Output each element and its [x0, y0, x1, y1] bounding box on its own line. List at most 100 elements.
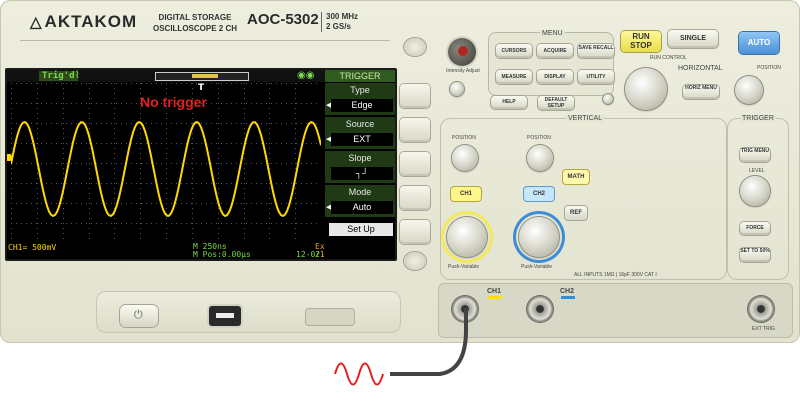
- horiz-menu-button[interactable]: HORIZ MENU: [683, 85, 719, 99]
- ch1-color-stripe: [488, 296, 502, 299]
- input-rating-note: ALL INPUTS 1MΩ | 16pF 300V CAT I: [574, 272, 657, 278]
- side-menu-button-1[interactable]: [400, 84, 430, 108]
- menu-item-label: Source: [345, 119, 375, 129]
- ext-trig-label: EXT TRIG: [752, 326, 775, 332]
- trigger-status-badge: Trig'd: [39, 71, 78, 81]
- model-spec: 300 MHz 2 GS/s: [321, 12, 358, 32]
- trigger-level-knob[interactable]: [740, 176, 770, 206]
- utility-button[interactable]: UTILITY: [578, 70, 614, 84]
- math-button[interactable]: MATH: [563, 170, 589, 184]
- intensity-indicator: [458, 46, 468, 56]
- ext-trig-bnc-connector[interactable]: [748, 296, 774, 322]
- menu-item-value: Edge: [331, 99, 393, 112]
- probe-cable: [390, 308, 468, 376]
- menu-item-label: Mode: [348, 187, 372, 197]
- auto-button[interactable]: AUTO: [739, 32, 779, 54]
- time-base-knob[interactable]: [625, 68, 667, 110]
- model-description: DIGITAL STORAGE OSCILLOSCOPE 2 CH: [145, 12, 245, 34]
- ch1-position-label: POSITION: [452, 135, 476, 141]
- ch1-scale: CH1= 500mV: [8, 243, 57, 252]
- power-icon: ⏻: [134, 308, 143, 321]
- menu-group-title: MENU: [540, 30, 565, 37]
- horizontal-position-knob[interactable]: [735, 76, 763, 104]
- ch2-position-label: POSITION: [527, 135, 551, 141]
- bottom-status-bar: CH1= 500mV M 250ns M Pos:0.00µs Ext /1.0…: [7, 243, 344, 259]
- sine-wave-icon: [334, 362, 384, 386]
- force-button[interactable]: FORCE: [740, 222, 770, 235]
- memory-window-indicator: [192, 74, 218, 78]
- menu-item-value: Auto: [331, 201, 393, 214]
- side-menu-button-4[interactable]: [400, 186, 430, 210]
- menu-button-group: [488, 32, 614, 96]
- save-recall-button[interactable]: SAVE RECALL: [578, 44, 614, 58]
- memory-position-bar: [155, 72, 249, 81]
- ch2-position-knob[interactable]: [527, 145, 553, 171]
- set-to-50-button[interactable]: SET TO 50%: [740, 248, 770, 262]
- model-name: AOC-5302: [247, 11, 319, 28]
- menu-item-slope[interactable]: Slope ┐┘: [325, 151, 395, 183]
- measure-button[interactable]: MEASURE: [496, 70, 532, 84]
- run-stop-label-line1: RUN: [632, 32, 650, 41]
- help-button[interactable]: HELP: [491, 96, 527, 109]
- ch1-position-knob[interactable]: [452, 145, 478, 171]
- horiz-aux-knob[interactable]: [603, 94, 613, 104]
- slope-rising-icon: ┐┘: [331, 167, 393, 180]
- display-button[interactable]: DISPLAY: [537, 70, 573, 84]
- menu-item-mode[interactable]: Mode ◀ Auto: [325, 185, 395, 217]
- usb-icon: [216, 313, 234, 318]
- run-control-label: RUN CONTROL: [650, 55, 687, 61]
- ch1-push-variable-label: Push-Variable: [448, 264, 480, 270]
- menu-on-off-button[interactable]: [404, 38, 426, 56]
- ref-button[interactable]: REF: [565, 206, 587, 220]
- no-trigger-message: No trigger: [140, 94, 207, 110]
- cursors-button[interactable]: CURSORS: [496, 44, 532, 58]
- acquire-button[interactable]: ACQUIRE: [537, 44, 573, 58]
- brand-divider: [20, 40, 390, 41]
- horizontal-position-label: POSITION: [757, 65, 781, 71]
- level-label: LEVEL: [749, 168, 765, 174]
- status-bar: Trig'd ⌇ ◉◉: [7, 70, 325, 82]
- brand-logo: △ AKTAKOM: [30, 12, 137, 32]
- menu-item-setup[interactable]: Set Up: [329, 223, 393, 236]
- ch1-volts-div-knob[interactable]: [447, 217, 487, 257]
- default-setup-button[interactable]: DEFAULT SETUP: [538, 96, 574, 110]
- side-bottom-button[interactable]: [404, 252, 426, 270]
- menu-item-value: EXT: [331, 133, 393, 146]
- ch2-volts-div-knob[interactable]: [519, 217, 559, 257]
- menu-item-type[interactable]: Type ◀ Edge: [325, 83, 395, 115]
- oscilloscope-screen: Trig'd ⌇ ◉◉ T No trigger CH1= 500mV M 25…: [7, 70, 395, 259]
- ch2-menu-button[interactable]: CH2: [524, 187, 554, 201]
- spec-bandwidth: 300 MHz: [326, 12, 359, 21]
- ch2-bnc-connector[interactable]: [527, 296, 553, 322]
- brand-logo-text: AKTAKOM: [44, 12, 138, 31]
- intensity-small-knob[interactable]: [450, 82, 464, 96]
- menu-item-label: Type: [350, 85, 370, 95]
- acquire-icon: ⌇: [75, 70, 80, 81]
- side-menu-button-3[interactable]: [400, 152, 430, 176]
- single-button[interactable]: SINGLE: [668, 30, 718, 48]
- ch1-menu-button[interactable]: CH1: [451, 187, 481, 201]
- trigger-menu-panel: TRIGGER Type ◀ Edge Source ◀ EXT Slope ┐…: [325, 70, 395, 259]
- trigger-menu-title: TRIGGER: [325, 70, 395, 82]
- vertical-label: VERTICAL: [566, 115, 605, 122]
- vertical-section: [440, 118, 727, 280]
- model-desc-line2: OSCILLOSCOPE 2 CH: [152, 24, 237, 33]
- usb-status-icon: ◉◉: [297, 70, 315, 81]
- menu-item-label: Slope: [348, 153, 372, 163]
- model-desc-line1: DIGITAL STORAGE: [158, 13, 232, 22]
- ch2-push-variable-label: Push-Variable: [521, 264, 553, 270]
- run-stop-label-line2: STOP: [630, 41, 652, 50]
- ch2-input-label: CH2: [560, 288, 575, 295]
- side-menu-button-5[interactable]: [400, 220, 430, 244]
- side-menu-button-2[interactable]: [400, 118, 430, 142]
- brand-a-icon: △: [30, 14, 43, 31]
- main-position: M Pos:0.00µs: [193, 250, 251, 259]
- spec-sample-rate: 2 GS/s: [326, 22, 351, 31]
- trigger-position-marker: T: [198, 83, 205, 93]
- menu-item-source[interactable]: Source ◀ EXT: [325, 117, 395, 149]
- horizontal-label: HORIZONTAL: [678, 65, 723, 72]
- run-stop-button[interactable]: RUN STOP: [621, 31, 661, 52]
- intensity-label: Intensity Adjust: [446, 68, 480, 74]
- trig-menu-button[interactable]: TRIG MENU: [740, 148, 770, 162]
- probe-cable-svg: [334, 308, 468, 386]
